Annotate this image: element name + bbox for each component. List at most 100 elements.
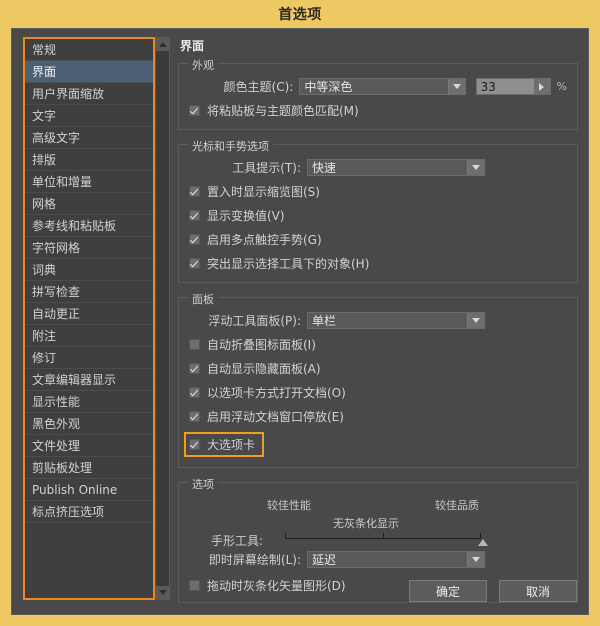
sidebar-item-character-grid[interactable]: 字符网格 — [25, 237, 153, 259]
tooltip-value: 快速 — [312, 159, 336, 176]
show-thumbnails-label: 置入时显示缩览图(S) — [207, 183, 320, 200]
sidebar-item-dictionary[interactable]: 词典 — [25, 259, 153, 281]
color-theme-label: 颜色主题(C): — [189, 78, 293, 95]
sidebar-item-guides-pasteboard[interactable]: 参考线和粘贴板 — [25, 215, 153, 237]
appearance-group: 外观 颜色主题(C): 中等深色 33 % 将粘贴板与主题颜色匹配(M) — [178, 63, 578, 130]
dialog-footer: 确定 取消 — [409, 580, 577, 602]
brightness-value: 33 — [481, 80, 496, 94]
checkmark-icon[interactable] — [189, 210, 200, 221]
sidebar-item-appearance-of-black[interactable]: 黑色外观 — [25, 413, 153, 435]
brightness-unit: % — [557, 80, 567, 93]
sidebar-item-spelling[interactable]: 拼写检查 — [25, 281, 153, 303]
sidebar-empty-space — [25, 523, 153, 600]
page-title: 界面 — [180, 37, 578, 54]
auto-show-hidden-panels-checkbox-row[interactable]: 自动显示隐藏面板(A) — [189, 360, 567, 377]
cursor-gesture-group: 光标和手势选项 工具提示(T): 快速 置入时显示缩览图(S) 显示变换值(V) — [178, 144, 578, 283]
sidebar-item-story-editor-display[interactable]: 文章编辑器显示 — [25, 369, 153, 391]
ok-button[interactable]: 确定 — [409, 580, 487, 602]
preferences-category-list[interactable]: 常规 界面 用户界面缩放 文字 高级文字 排版 单位和增量 网格 参考线和粘贴板… — [23, 37, 155, 600]
sidebar-item-punctuation-options[interactable]: 标点挤压选项 — [25, 501, 153, 523]
sidebar-item-units-increments[interactable]: 单位和增量 — [25, 171, 153, 193]
open-documents-as-tabs-label: 以选项卡方式打开文档(O) — [207, 384, 346, 401]
options-group-label: 选项 — [188, 476, 218, 492]
sidebar-item-publish-online[interactable]: Publish Online — [25, 479, 153, 501]
match-pasteboard-label: 将粘贴板与主题颜色匹配(M) — [207, 102, 359, 119]
checkmark-icon[interactable] — [189, 105, 200, 116]
auto-collapse-icon-panels-checkbox-row[interactable]: 自动折叠图标面板(I) — [189, 336, 567, 353]
sidebar-item-display-performance[interactable]: 显示性能 — [25, 391, 153, 413]
panels-group: 面板 浮动工具面板(P): 单栏 自动折叠图标面板(I) 自动显示隐藏面板(A) — [178, 297, 578, 468]
cursor-gesture-group-label: 光标和手势选项 — [188, 138, 273, 154]
hand-tool-slider[interactable] — [285, 538, 481, 539]
hand-tool-slider-block: 较佳性能 较佳品质 无灰条化显示 手形工具: — [189, 497, 567, 555]
checkmark-icon[interactable] — [189, 258, 200, 269]
scroll-up-arrow-icon[interactable] — [156, 38, 169, 51]
checkmark-icon[interactable] — [189, 363, 200, 374]
checkmark-icon[interactable] — [189, 186, 200, 197]
floating-tools-value: 单栏 — [312, 312, 336, 329]
sidebar-scrollbar[interactable] — [155, 37, 170, 600]
show-thumbnails-checkbox-row[interactable]: 置入时显示缩览图(S) — [189, 183, 567, 200]
floating-tools-select[interactable]: 单栏 — [307, 312, 485, 329]
auto-collapse-icon-panels-label: 自动折叠图标面板(I) — [207, 336, 316, 353]
checkmark-icon[interactable] — [189, 411, 200, 422]
floating-tools-row: 浮动工具面板(P): 单栏 — [189, 312, 567, 329]
large-tabs-checkbox-row[interactable]: 大选项卡 — [184, 432, 264, 457]
chevron-down-icon[interactable] — [467, 160, 484, 175]
slider-right-caption: 较佳品质 — [435, 497, 479, 513]
sidebar-item-track-changes[interactable]: 修订 — [25, 347, 153, 369]
interface-settings-pane: 界面 外观 颜色主题(C): 中等深色 33 % — [178, 37, 578, 600]
checkmark-icon[interactable] — [189, 439, 200, 450]
window-titlebar: 首选项 — [0, 0, 600, 28]
panels-group-label: 面板 — [188, 291, 218, 307]
greek-vectors-label: 拖动时灰条化矢量图形(D) — [207, 577, 346, 594]
chevron-down-icon[interactable] — [448, 79, 465, 94]
color-theme-row: 颜色主题(C): 中等深色 33 % — [189, 78, 567, 95]
unchecked-box-icon[interactable] — [189, 339, 200, 350]
show-transform-values-checkbox-row[interactable]: 显示变换值(V) — [189, 207, 567, 224]
multitouch-gestures-label: 启用多点触控手势(G) — [207, 231, 322, 248]
sidebar-item-type[interactable]: 文字 — [25, 105, 153, 127]
sidebar-item-composition[interactable]: 排版 — [25, 149, 153, 171]
live-screen-drawing-select[interactable]: 延迟 — [307, 551, 485, 568]
slider-thumb[interactable] — [478, 539, 488, 546]
sidebar-item-general[interactable]: 常规 — [25, 39, 153, 61]
large-tabs-label: 大选项卡 — [207, 436, 255, 453]
hand-tool-label: 手形工具: — [211, 532, 263, 549]
window-title: 首选项 — [278, 4, 322, 24]
highlight-object-label: 突出显示选择工具下的对象(H) — [207, 255, 369, 272]
color-theme-value: 中等深色 — [304, 78, 352, 95]
checkmark-icon[interactable] — [189, 234, 200, 245]
color-theme-select[interactable]: 中等深色 — [299, 78, 465, 95]
multitouch-gestures-checkbox-row[interactable]: 启用多点触控手势(G) — [189, 231, 567, 248]
sidebar-item-interface[interactable]: 界面 — [25, 61, 153, 83]
highlight-object-checkbox-row[interactable]: 突出显示选择工具下的对象(H) — [189, 255, 567, 272]
auto-show-hidden-panels-label: 自动显示隐藏面板(A) — [207, 360, 321, 377]
sidebar-item-notes[interactable]: 附注 — [25, 325, 153, 347]
chevron-down-icon[interactable] — [467, 313, 484, 328]
tooltip-select[interactable]: 快速 — [307, 159, 485, 176]
sidebar-item-clipboard-handling[interactable]: 剪贴板处理 — [25, 457, 153, 479]
brightness-stepper[interactable]: 33 — [476, 78, 551, 95]
open-documents-as-tabs-checkbox-row[interactable]: 以选项卡方式打开文档(O) — [189, 384, 567, 401]
tooltip-row: 工具提示(T): 快速 — [189, 159, 567, 176]
live-screen-drawing-value: 延迟 — [312, 551, 336, 568]
scroll-down-arrow-icon[interactable] — [156, 586, 169, 599]
cancel-button[interactable]: 取消 — [499, 580, 577, 602]
preferences-window: 首选项 常规 界面 用户界面缩放 文字 高级文字 排版 单位和增量 网格 参考线… — [0, 0, 600, 626]
sidebar-item-file-handling[interactable]: 文件处理 — [25, 435, 153, 457]
tooltip-label: 工具提示(T): — [189, 159, 301, 176]
match-pasteboard-checkbox-row[interactable]: 将粘贴板与主题颜色匹配(M) — [189, 102, 567, 119]
checkmark-icon[interactable] — [189, 387, 200, 398]
dialog-body: 常规 界面 用户界面缩放 文字 高级文字 排版 单位和增量 网格 参考线和粘贴板… — [11, 28, 589, 615]
sidebar-item-ui-scaling[interactable]: 用户界面缩放 — [25, 83, 153, 105]
sidebar-item-autocorrect[interactable]: 自动更正 — [25, 303, 153, 325]
chevron-down-icon[interactable] — [467, 552, 484, 567]
show-transform-values-label: 显示变换值(V) — [207, 207, 285, 224]
unchecked-box-icon[interactable] — [189, 580, 200, 591]
enable-floating-window-docking-label: 启用浮动文档窗口停放(E) — [207, 408, 344, 425]
chevron-right-icon[interactable] — [534, 79, 550, 94]
sidebar-item-grids[interactable]: 网格 — [25, 193, 153, 215]
sidebar-item-advanced-type[interactable]: 高级文字 — [25, 127, 153, 149]
enable-floating-window-docking-checkbox-row[interactable]: 启用浮动文档窗口停放(E) — [189, 408, 567, 425]
